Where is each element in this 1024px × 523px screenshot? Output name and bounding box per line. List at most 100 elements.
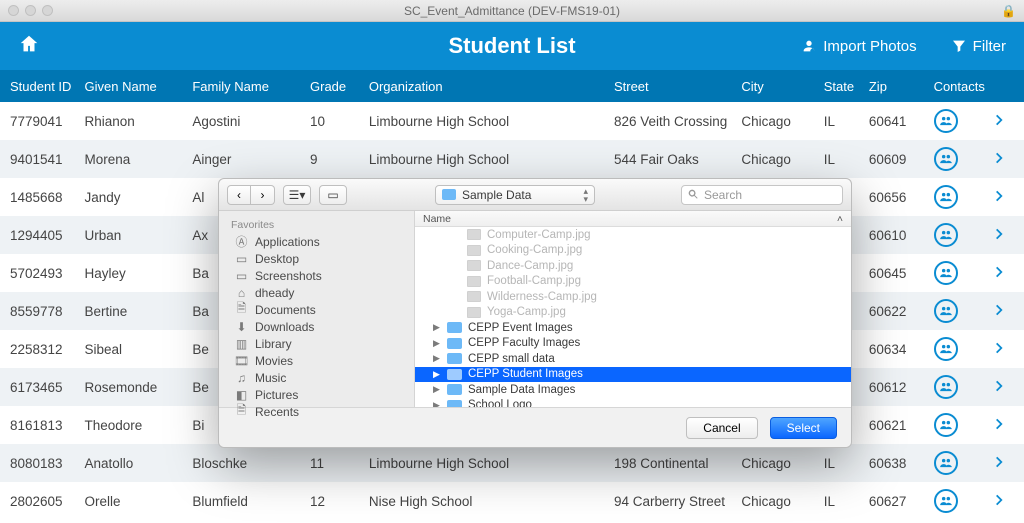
col-city[interactable]: City	[741, 79, 823, 94]
sidebar-item[interactable]: 🎞Movies	[219, 352, 414, 369]
col-contacts[interactable]: Contacts	[934, 79, 993, 94]
folder-item[interactable]: ▶School Logo	[415, 398, 851, 408]
folder-item[interactable]: ▶Sample Data Images	[415, 382, 851, 398]
sidebar-item-icon: 🗎	[235, 401, 248, 422]
nav-forward-button[interactable]: ›	[251, 185, 275, 205]
contacts-button[interactable]	[934, 147, 958, 171]
cell-student-id: 2802605	[10, 494, 85, 509]
zoom-icon[interactable]	[42, 5, 53, 16]
file-item[interactable]: Computer-Camp.jpg	[415, 227, 851, 243]
close-icon[interactable]	[8, 5, 19, 16]
chevron-right-icon	[992, 455, 1006, 469]
filter-button[interactable]: Filter	[951, 38, 1006, 55]
disclosure-triangle-icon[interactable]: ▶	[433, 322, 441, 333]
group-button[interactable]: ▭	[319, 185, 347, 205]
folder-item[interactable]: ▶CEPP Event Images	[415, 320, 851, 336]
home-button[interactable]	[18, 33, 40, 60]
file-name: Football-Camp.jpg	[487, 275, 581, 287]
col-given-name[interactable]: Given Name	[85, 79, 193, 94]
contacts-button[interactable]	[934, 413, 958, 437]
file-item[interactable]: Dance-Camp.jpg	[415, 258, 851, 274]
sidebar-item-icon: ⬇	[235, 320, 248, 334]
table-row[interactable]: 9401541MorenaAinger9Limbourne High Schoo…	[0, 140, 1024, 178]
contacts-button[interactable]	[934, 451, 958, 475]
sidebar-item[interactable]: ⒶApplications	[219, 233, 414, 250]
row-detail-button[interactable]	[992, 267, 1006, 282]
minimize-icon[interactable]	[25, 5, 36, 16]
cell-organization: Nise High School	[369, 494, 614, 509]
file-item[interactable]: Yoga-Camp.jpg	[415, 305, 851, 321]
file-name: Cooking-Camp.jpg	[487, 244, 582, 256]
col-zip[interactable]: Zip	[869, 79, 934, 94]
folder-item[interactable]: ▶CEPP Student Images	[415, 367, 851, 383]
row-detail-button[interactable]	[992, 229, 1006, 244]
cell-given-name: Jandy	[85, 190, 193, 205]
sidebar-item[interactable]: 🗎Recents	[219, 403, 414, 420]
cell-given-name: Orelle	[85, 494, 193, 509]
table-row[interactable]: 2802605OrelleBlumfield12Nise High School…	[0, 482, 1024, 520]
contacts-button[interactable]	[934, 299, 958, 323]
contacts-button[interactable]	[934, 489, 958, 513]
file-item[interactable]: Football-Camp.jpg	[415, 274, 851, 290]
contacts-button[interactable]	[934, 223, 958, 247]
col-street[interactable]: Street	[614, 79, 741, 94]
contacts-button[interactable]	[934, 109, 958, 133]
file-item[interactable]: Wilderness-Camp.jpg	[415, 289, 851, 305]
sidebar-item[interactable]: ⬇ Downloads	[219, 318, 414, 335]
import-photos-button[interactable]: Import Photos	[801, 38, 916, 55]
sidebar-item[interactable]: ▭Desktop	[219, 250, 414, 267]
col-grade[interactable]: Grade	[310, 79, 369, 94]
folder-item[interactable]: ▶CEPP Faculty Images	[415, 336, 851, 352]
nav-back-button[interactable]: ‹	[227, 185, 251, 205]
disclosure-triangle-icon[interactable]: ▶	[433, 353, 441, 364]
home-icon	[18, 33, 40, 55]
col-organization[interactable]: Organization	[369, 79, 614, 94]
traffic-lights[interactable]	[8, 5, 53, 16]
sidebar-item[interactable]: 🗎Documents	[219, 301, 414, 318]
sidebar-item[interactable]: ▥Library	[219, 335, 414, 352]
sort-indicator-icon[interactable]: ˄	[837, 213, 843, 225]
row-detail-button[interactable]	[992, 153, 1006, 168]
contacts-button[interactable]	[934, 185, 958, 209]
chevron-right-icon	[992, 113, 1006, 127]
search-input[interactable]: Search	[681, 185, 843, 205]
select-button[interactable]: Select	[770, 417, 837, 439]
contacts-button[interactable]	[934, 261, 958, 285]
file-item[interactable]: Cooking-Camp.jpg	[415, 243, 851, 259]
col-student-id[interactable]: Student ID	[10, 79, 85, 94]
cell-zip: 60645	[869, 266, 934, 281]
sidebar-item[interactable]: ⌂dheady	[219, 284, 414, 301]
name-column-header[interactable]: Name	[423, 213, 451, 225]
disclosure-triangle-icon[interactable]: ▶	[433, 338, 441, 349]
folder-dropdown[interactable]: Sample Data ▴▾	[435, 185, 595, 205]
disclosure-triangle-icon[interactable]: ▶	[433, 369, 441, 380]
row-detail-button[interactable]	[992, 191, 1006, 206]
nav-back-forward[interactable]: ‹ ›	[227, 185, 275, 205]
sidebar-item-label: Movies	[255, 354, 293, 368]
row-detail-button[interactable]	[992, 495, 1006, 510]
col-family-name[interactable]: Family Name	[192, 79, 310, 94]
row-detail-button[interactable]	[992, 419, 1006, 434]
row-detail-button[interactable]	[992, 381, 1006, 396]
sidebar-item-label: Downloads	[255, 320, 314, 334]
row-detail-button[interactable]	[992, 457, 1006, 472]
row-detail-button[interactable]	[992, 343, 1006, 358]
view-mode-button[interactable]: ☰▾	[283, 185, 311, 205]
table-row[interactable]: 7779041RhianonAgostini10Limbourne High S…	[0, 102, 1024, 140]
cell-street: 544 Fair Oaks	[614, 152, 741, 167]
sidebar-item-label: Desktop	[255, 252, 299, 266]
sidebar-item[interactable]: ♫Music	[219, 369, 414, 386]
disclosure-triangle-icon[interactable]: ▶	[433, 384, 441, 395]
col-state[interactable]: State	[824, 79, 869, 94]
row-detail-button[interactable]	[992, 305, 1006, 320]
cancel-button[interactable]: Cancel	[686, 417, 757, 439]
sidebar-item[interactable]: ◧Pictures	[219, 386, 414, 403]
sidebar-item[interactable]: ▭Screenshots	[219, 267, 414, 284]
contacts-button[interactable]	[934, 375, 958, 399]
folder-item[interactable]: ▶CEPP small data	[415, 351, 851, 367]
contacts-button[interactable]	[934, 337, 958, 361]
disclosure-triangle-icon[interactable]: ▶	[433, 400, 441, 407]
people-icon	[939, 418, 953, 432]
row-detail-button[interactable]	[992, 115, 1006, 130]
table-row[interactable]: 8080183AnatolloBloschke11Limbourne High …	[0, 444, 1024, 482]
